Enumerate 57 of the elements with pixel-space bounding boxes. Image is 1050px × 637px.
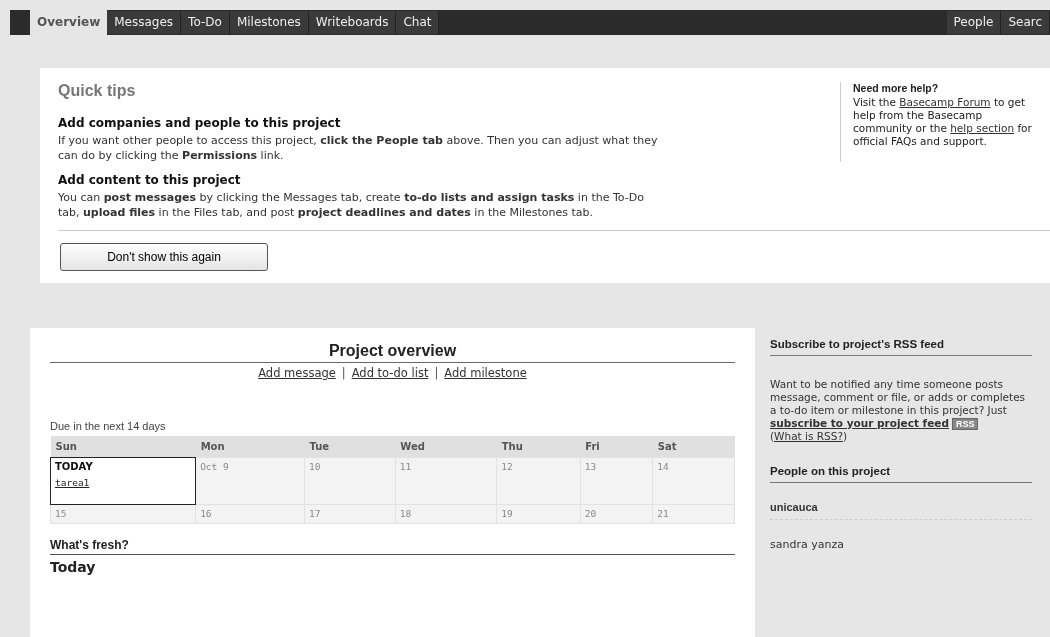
tip-heading: Add content to this project <box>58 173 242 187</box>
day-heading: Today <box>50 559 97 575</box>
day-number: 20 <box>584 508 597 519</box>
link-separator: | <box>434 366 439 380</box>
day-number: 15 <box>55 508 67 519</box>
weekday-header: Thu <box>496 436 581 458</box>
action-link[interactable]: Add message <box>258 366 336 380</box>
nav-tab[interactable]: Milestones <box>229 11 309 34</box>
today-label: TODAY <box>55 461 93 472</box>
subscribe-link[interactable]: subscribe to your project feed <box>770 417 949 429</box>
day-number: 10 <box>309 461 321 472</box>
rss-help-link[interactable]: What is RSS? <box>774 430 843 442</box>
day-number: 16 <box>200 508 212 519</box>
weekday-header: Sat <box>652 436 735 458</box>
help-heading: Need more help? <box>853 82 940 94</box>
weekday-header: Mon <box>195 436 305 458</box>
help-text: Visit the Basecamp Forum to get help from the Basecamp community or the help section for official FAQs and support. <box>853 96 1032 147</box>
day-number: 12 <box>501 461 513 472</box>
action-link[interactable]: Add milestone <box>444 366 527 380</box>
day-number: 17 <box>309 508 321 519</box>
section-heading: What's fresh? <box>50 538 735 555</box>
nav-tab[interactable]: Chat <box>396 11 440 34</box>
section-heading: Subscribe to project's RSS feed <box>770 338 1032 356</box>
tip-heading: Add companies and people to this project <box>58 116 342 130</box>
tip-text: You can post messages by clicking the Messages tab, create to-do lists and assign tasks in the To-Do tab, upload files in the Files tab, and post project deadlines and dates in the Milestones tab. <box>58 190 645 220</box>
day-number: 14 <box>657 461 669 472</box>
nav-tab[interactable]: Searc <box>1001 11 1050 34</box>
weekday-header: Sun <box>50 436 196 458</box>
panel-title: Project overview <box>50 342 735 363</box>
section-heading: People on this project <box>770 465 1032 483</box>
tips-title: Quick tips <box>58 82 137 100</box>
action-link[interactable]: Add to-do list <box>351 366 429 380</box>
person-name: sandra yanza <box>770 537 845 553</box>
help-link[interactable]: Basecamp Forum <box>899 96 991 108</box>
calendar-caption: Due in the next 14 days <box>50 420 167 432</box>
link-separator: | <box>341 366 346 380</box>
day-number: Oct 9 <box>200 461 229 472</box>
rss-text: Want to be notified any time someone posts message, comment or file, or adds or completes a to-do item or milestone in this project? Just subscribe to your project feed RSS (What is RSS?) <box>770 378 1027 443</box>
dismiss-tips-button[interactable]: Don't show this again <box>60 243 268 271</box>
day-number: 13 <box>584 461 597 472</box>
nav-tab[interactable]: To-Do <box>181 11 230 34</box>
event-link[interactable]: tarea1 <box>55 477 90 488</box>
tip-text: If you want other people to access this project, click the People tab above. Then you can adjust what they can do by clicking the Permissions link. <box>58 133 658 163</box>
day-number: 11 <box>399 461 412 472</box>
weekday-header: Tue <box>304 436 396 458</box>
nav-tab[interactable]: Messages <box>107 11 182 34</box>
rss-badge: RSS <box>951 418 979 430</box>
help-link[interactable]: help section <box>950 122 1015 134</box>
company-name: unicauca <box>770 483 1032 520</box>
day-number: 21 <box>657 508 669 519</box>
day-number: 19 <box>501 508 513 519</box>
day-number: 18 <box>399 508 412 519</box>
nav-tab[interactable]: Overview <box>30 10 108 35</box>
nav-tab[interactable]: People <box>946 11 1002 34</box>
weekday-header: Fri <box>580 436 653 458</box>
weekday-header: Wed <box>395 436 497 458</box>
nav-tab[interactable]: Writeboards <box>308 11 397 34</box>
